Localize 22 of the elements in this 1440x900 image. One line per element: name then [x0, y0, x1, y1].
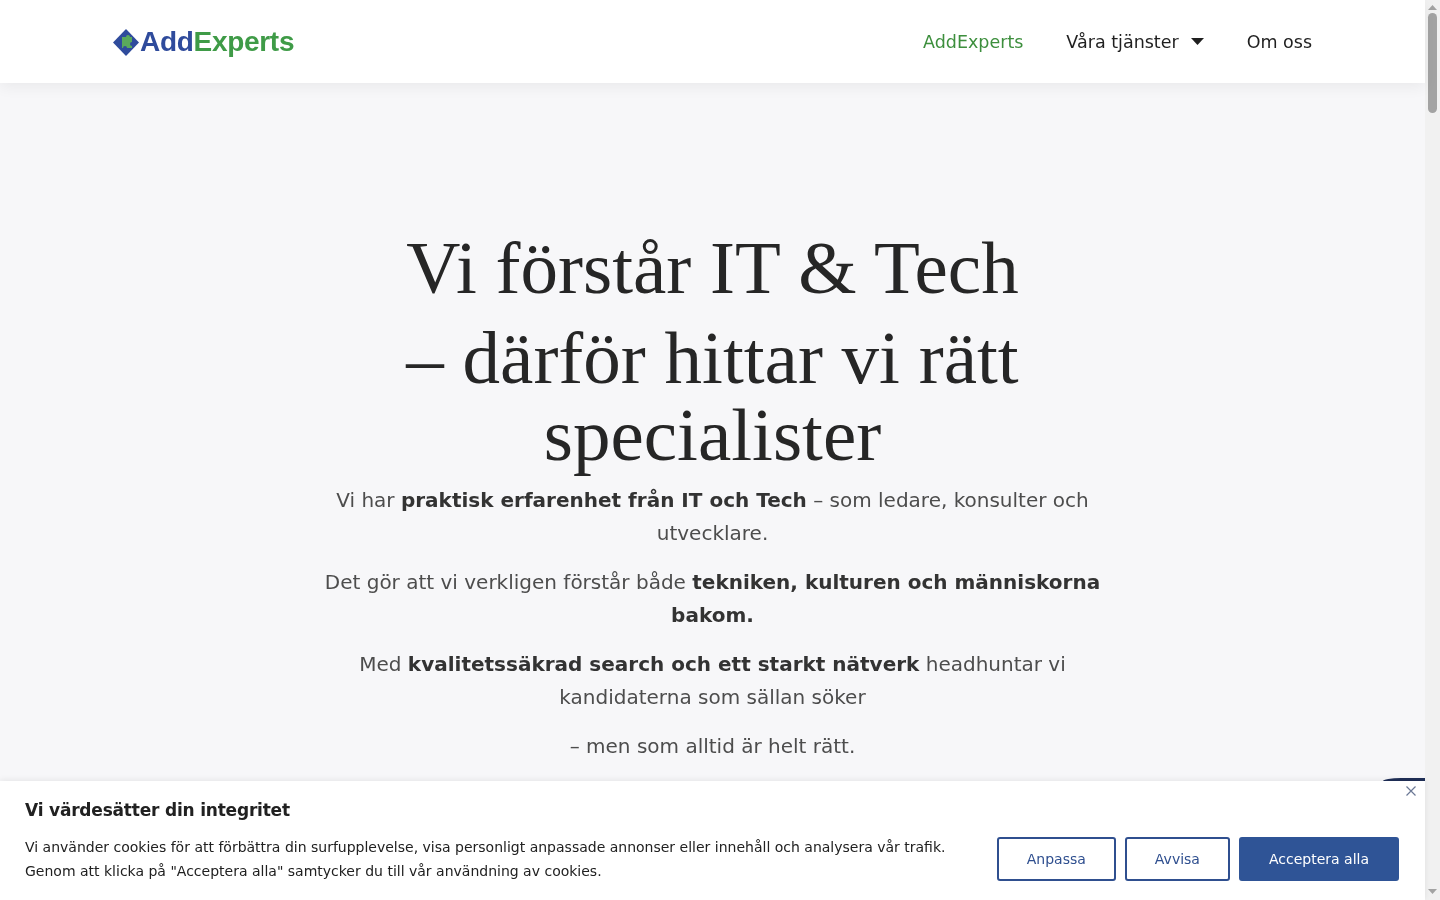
hero-paragraph: Det gör att vi verkligen förstår både tekniken, kulturen och människorna bakom.: [323, 569, 1102, 629]
scroll-up-arrow-icon[interactable]: [1428, 5, 1437, 10]
hero-paragraph: Med kvalitetssäkrad search och ett starkt nätverk headhuntar vi kandidaterna som sällan söker: [358, 651, 1067, 711]
hero-title: – därför hittar vi rätt specialister: [404, 316, 1020, 478]
scrollbar-thumb[interactable]: [1428, 13, 1437, 113]
logo-text[interactable]: AddExperts: [140, 26, 295, 58]
nav-link[interactable]: Våra tjänster: [1066, 31, 1204, 52]
hero-paragraph: Vi har praktisk erfarenhet från IT och Tech – som ledare, konsulter och utvecklare.: [335, 487, 1090, 547]
cookie-button[interactable]: Anpassa: [996, 837, 1116, 881]
hero-title: Vi förstår IT & Tech: [406, 226, 1019, 311]
diamond-logo-icon: [113, 28, 139, 56]
cookie-title: Vi värdesätter din integritet: [25, 799, 291, 821]
hero-paragraph: – men som alltid är helt rätt.: [569, 733, 856, 760]
scroll-down-arrow-icon[interactable]: [1428, 889, 1437, 894]
nav-link[interactable]: AddExperts: [923, 31, 1024, 52]
cookie-button[interactable]: Avvisa: [1124, 837, 1230, 881]
close-icon[interactable]: [1406, 786, 1416, 796]
accept-button[interactable]: Acceptera alla: [1238, 837, 1399, 881]
cookie-text: Vi använder cookies för att förbättra din surfupplevelse, visa personligt anpassade annonser eller innehåll och analysera vår trafik. Genom att klicka på "Acceptera alla" samtycker du till vår användning av cookies.: [25, 838, 947, 881]
nav-link[interactable]: Om oss: [1246, 31, 1312, 52]
caret-icon: [1190, 38, 1204, 45]
floating-tab[interactable]: [1383, 778, 1425, 781]
